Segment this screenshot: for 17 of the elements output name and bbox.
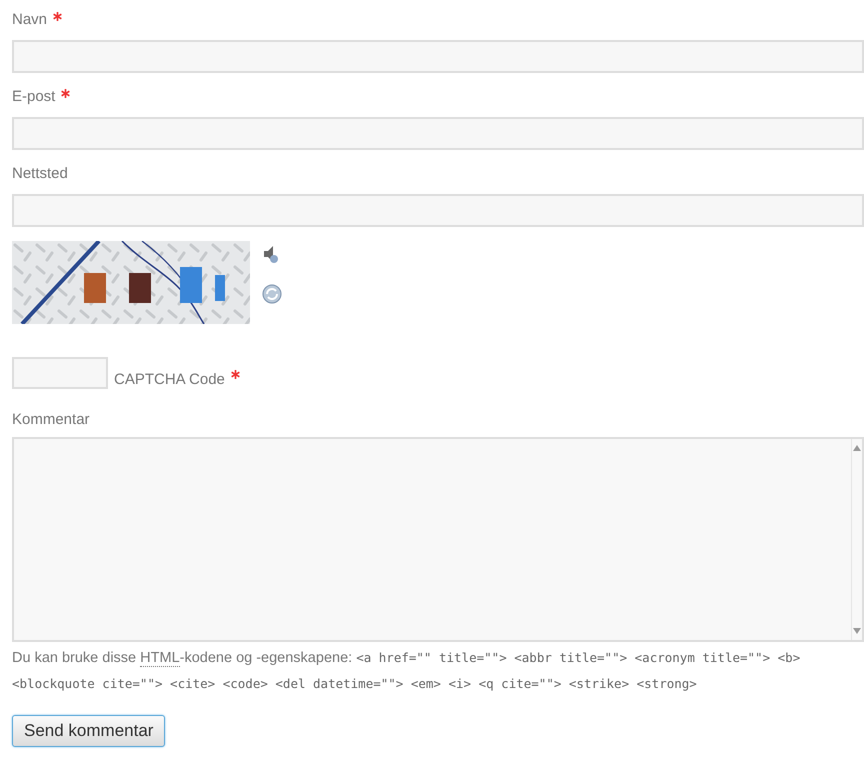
comment-label: Kommentar [12, 410, 90, 430]
submit-button[interactable]: Send kommentar [12, 715, 166, 747]
refresh-icon[interactable] [262, 284, 282, 304]
text-field[interactable] [12, 40, 864, 73]
field-label: Navn [12, 10, 48, 30]
captcha-code-field[interactable] [12, 357, 108, 389]
allowed-tags-note: Du kan bruke disse HTML-kodene og -egenskapene: <a href="" title=""> <abbr title=""> <acronym title=""> <b> <blockquote cite=""> <cite> <code> <del datetime=""> <em> <i> <q cite=""> <strike> <strong> [12, 649, 802, 693]
scroll-up-icon[interactable] [853, 445, 861, 451]
scroll-down-icon[interactable] [853, 628, 861, 634]
text-field[interactable] [12, 117, 864, 150]
field-label: Nettsted [12, 164, 68, 184]
captcha-code-label: CAPTCHA Code [114, 371, 225, 389]
comment-field[interactable] [12, 437, 864, 642]
speaker-icon[interactable] [262, 244, 280, 264]
field-label: E-post [12, 87, 56, 107]
text-field[interactable] [12, 194, 864, 227]
scrollbar[interactable] [851, 439, 862, 640]
